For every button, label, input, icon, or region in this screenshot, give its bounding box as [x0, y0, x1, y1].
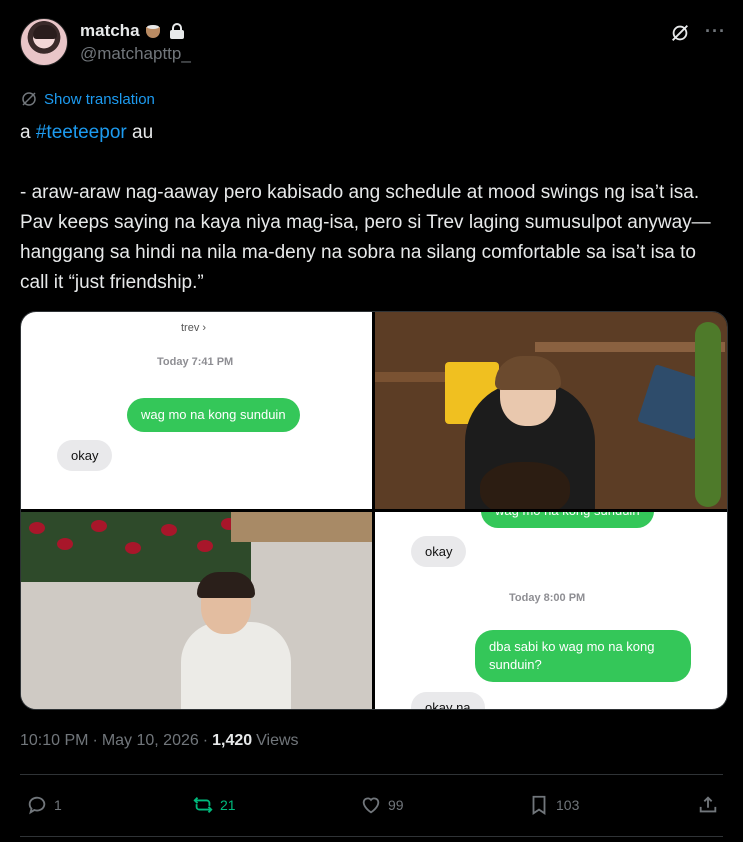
guitar: [480, 462, 570, 509]
received-message-bubble-cut: okay na: [411, 692, 485, 709]
like-count: 99: [388, 797, 404, 813]
like-button[interactable]: 99: [360, 792, 404, 818]
tweet-time[interactable]: 10:10 PM: [20, 732, 88, 750]
user-handle[interactable]: @matchapttp_: [80, 44, 191, 64]
person-hair: [197, 572, 255, 598]
share-icon: [699, 796, 717, 813]
flower: [29, 522, 45, 534]
received-message-bubble: okay: [57, 440, 113, 471]
reply-count: 1: [54, 797, 62, 813]
tweet-suffix: au: [126, 122, 154, 143]
flower: [91, 520, 107, 532]
avatar[interactable]: [20, 18, 68, 66]
media-chat-screenshot-1[interactable]: trev › Today 7:41 PM wag mo na kong sund…: [21, 312, 372, 509]
received-message-bubble: okay: [411, 536, 467, 567]
tweet-header: matcha @matchapttp_ ···: [20, 16, 727, 72]
repost-count: 21: [220, 797, 236, 813]
share-button[interactable]: [697, 792, 719, 818]
repost-icon: [193, 797, 213, 813]
meta-separator: ·: [202, 732, 209, 749]
flower: [57, 538, 73, 550]
tweet-prefix: a: [20, 122, 36, 143]
reply-icon: [28, 796, 46, 815]
views-label: Views: [256, 732, 299, 749]
translate-icon: [22, 92, 36, 106]
bookmark-count: 103: [556, 797, 580, 813]
action-bar: 1 21 99 103: [20, 792, 723, 818]
tweet-date[interactable]: May 10, 2026: [102, 732, 199, 750]
tweet-meta: 10:10 PM · May 10, 2026 · 1,420 Views: [20, 732, 299, 750]
more-icon[interactable]: ···: [705, 22, 727, 44]
chat-timestamp: Today 8:00 PM: [509, 592, 586, 604]
repost-button[interactable]: 21: [192, 792, 236, 818]
heart-icon: [362, 797, 380, 814]
grok-icon[interactable]: [669, 22, 691, 44]
sent-message-bubble-cut: wag mo na kong sunduin: [481, 512, 654, 528]
media-chat-screenshot-2[interactable]: wag mo na kong sunduin okay Today 8:00 P…: [375, 512, 727, 709]
divider: [20, 836, 723, 837]
person-hair: [495, 356, 561, 390]
meta-separator: ·: [92, 732, 98, 749]
hashtag-link[interactable]: #teeteepor: [36, 122, 127, 143]
reply-button[interactable]: 1: [26, 792, 62, 818]
media-photo-outdoor[interactable]: [21, 512, 372, 709]
divider: [20, 774, 723, 775]
author-name-line: matcha: [80, 21, 184, 41]
window-frame: [231, 512, 372, 542]
person-shirt: [181, 622, 291, 709]
chat-contact-name: trev ›: [181, 322, 207, 334]
sent-message-bubble: dba sabi ko wag mo na kong sunduin?: [475, 630, 691, 682]
coffee-cup-icon: [144, 22, 164, 40]
media-photo-guitar[interactable]: [375, 312, 727, 509]
flower: [161, 524, 177, 536]
chat-timestamp: Today 7:41 PM: [157, 356, 234, 368]
green-vase: [695, 322, 721, 507]
bookmark-button[interactable]: 103: [528, 792, 579, 818]
display-name[interactable]: matcha: [80, 21, 140, 41]
lock-icon: [169, 23, 184, 39]
views-count: 1,420: [212, 732, 253, 749]
bookmark-icon: [532, 795, 546, 815]
flower: [125, 542, 141, 554]
flower: [197, 540, 213, 552]
show-translation-link[interactable]: Show translation: [20, 90, 155, 108]
tweet-text: a #teeteepor au - araw-araw nag-aaway pe…: [20, 118, 725, 298]
tweet-body: - araw-araw nag-aaway pero kabisado ang …: [20, 182, 711, 293]
sent-message-bubble: wag mo na kong sunduin: [127, 398, 300, 432]
show-translation-label: Show translation: [44, 90, 155, 108]
media-grid: trev › Today 7:41 PM wag mo na kong sund…: [20, 311, 728, 710]
